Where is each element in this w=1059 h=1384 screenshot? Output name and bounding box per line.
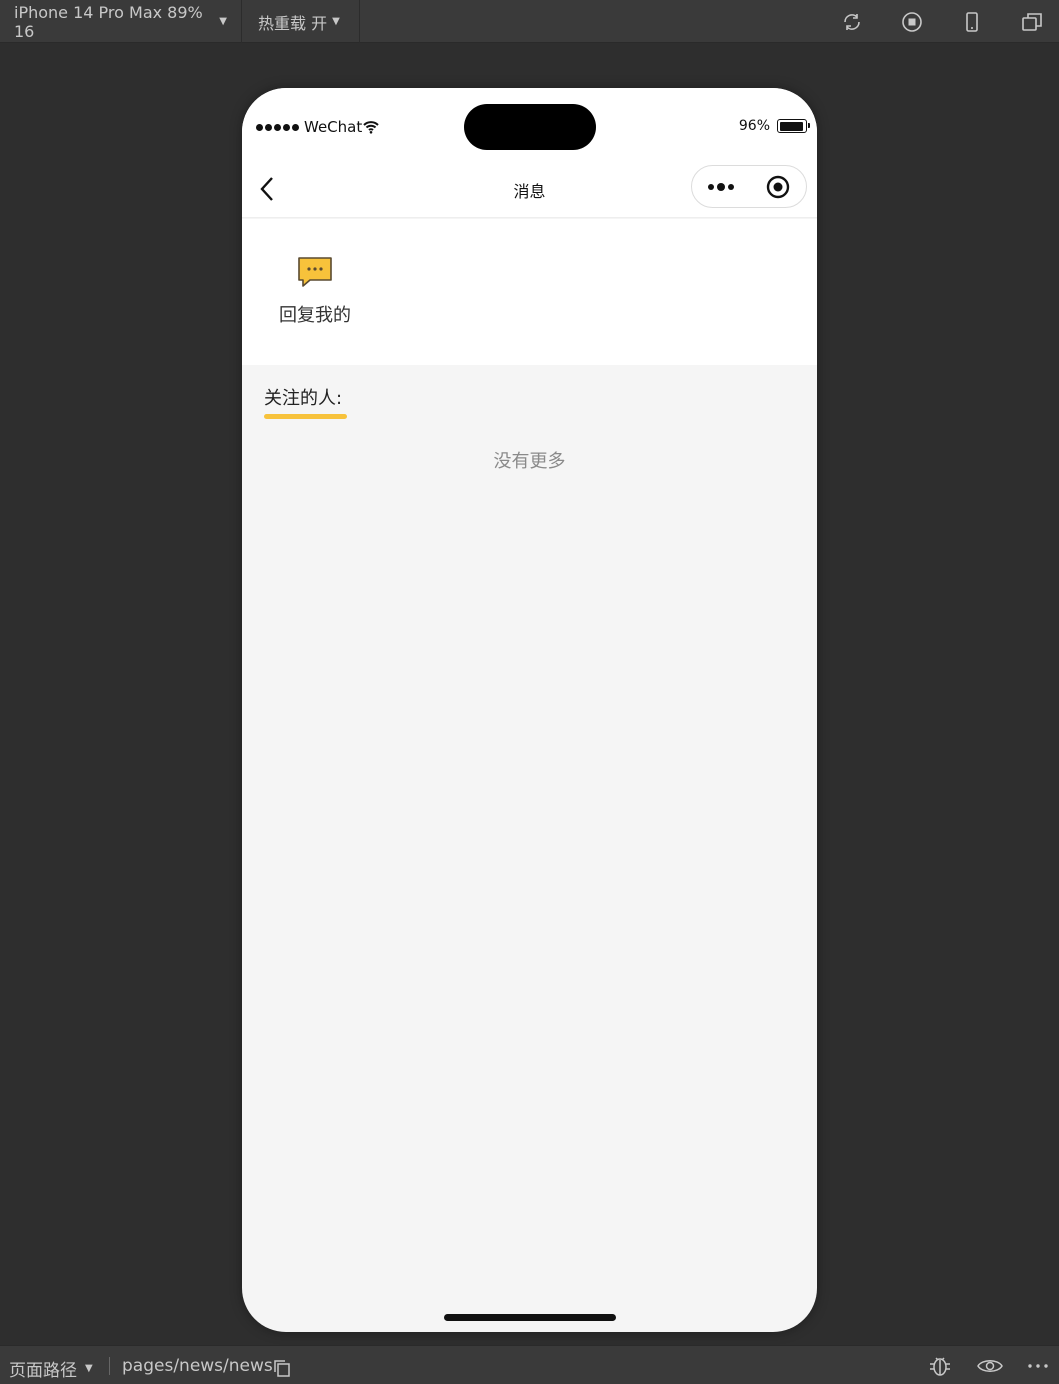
message-bubble-icon — [298, 257, 332, 287]
navigation-bar: 消息 — [242, 160, 817, 218]
device-label: iPhone 14 Pro Max 89% 16 — [14, 2, 203, 41]
menu-capsule — [691, 165, 807, 208]
phone-icon[interactable] — [959, 9, 985, 35]
hot-reload-toggle[interactable]: 热重载 开 ▼ — [244, 0, 360, 43]
copy-icon[interactable] — [273, 1359, 291, 1382]
devtools-bottom-bar: 页面路径 ▼ pages/news/news — [0, 1345, 1059, 1384]
devtools-toolbar: iPhone 14 Pro Max 89% 16 ▼ 热重载 开 ▼ — [0, 0, 1059, 43]
wifi-icon — [363, 121, 379, 134]
caret-down-icon: ▼ — [85, 1363, 93, 1374]
reply-to-me-item[interactable]: 回复我的 — [268, 255, 362, 335]
page-path-value: pages/news/news — [122, 1356, 273, 1376]
phone-simulator: WeChat 96% 消息 回复我的 关注的人: 没有更多 — [242, 88, 817, 1332]
close-button[interactable] — [749, 166, 806, 207]
eye-icon[interactable] — [977, 1355, 1003, 1377]
divider — [109, 1357, 110, 1375]
target-icon — [766, 175, 789, 198]
carrier-label: WeChat — [304, 118, 363, 136]
device-selector[interactable]: iPhone 14 Pro Max 89% 16 ▼ — [0, 0, 242, 43]
empty-list-text: 没有更多 — [493, 451, 566, 472]
dynamic-island — [464, 104, 596, 150]
heading-underline — [264, 414, 347, 419]
battery-icon — [777, 119, 810, 133]
more-button[interactable] — [692, 166, 749, 207]
stop-icon[interactable] — [899, 9, 925, 35]
window-icon[interactable] — [1019, 9, 1045, 35]
page-path-selector[interactable]: 页面路径 ▼ — [9, 1356, 93, 1381]
battery-indicator: 96% — [738, 118, 810, 134]
bug-icon[interactable] — [927, 1355, 953, 1377]
signal-indicator: WeChat — [256, 118, 379, 136]
menu-item-label: 回复我的 — [279, 305, 351, 326]
home-indicator — [444, 1314, 616, 1321]
signal-dots-icon — [256, 123, 299, 131]
battery-percent: 96% — [738, 118, 770, 134]
hot-reload-label: 热重载 开 — [258, 13, 328, 33]
refresh-icon[interactable] — [839, 9, 865, 35]
page-path-label: 页面路径 — [9, 1361, 77, 1381]
caret-down-icon: ▼ — [219, 16, 227, 27]
message-menu: 回复我的 — [242, 219, 817, 365]
caret-down-icon: ▼ — [332, 16, 340, 27]
more-icon[interactable] — [1025, 1355, 1051, 1377]
status-bar: WeChat 96% — [242, 88, 817, 160]
following-heading: 关注的人: — [264, 388, 343, 409]
